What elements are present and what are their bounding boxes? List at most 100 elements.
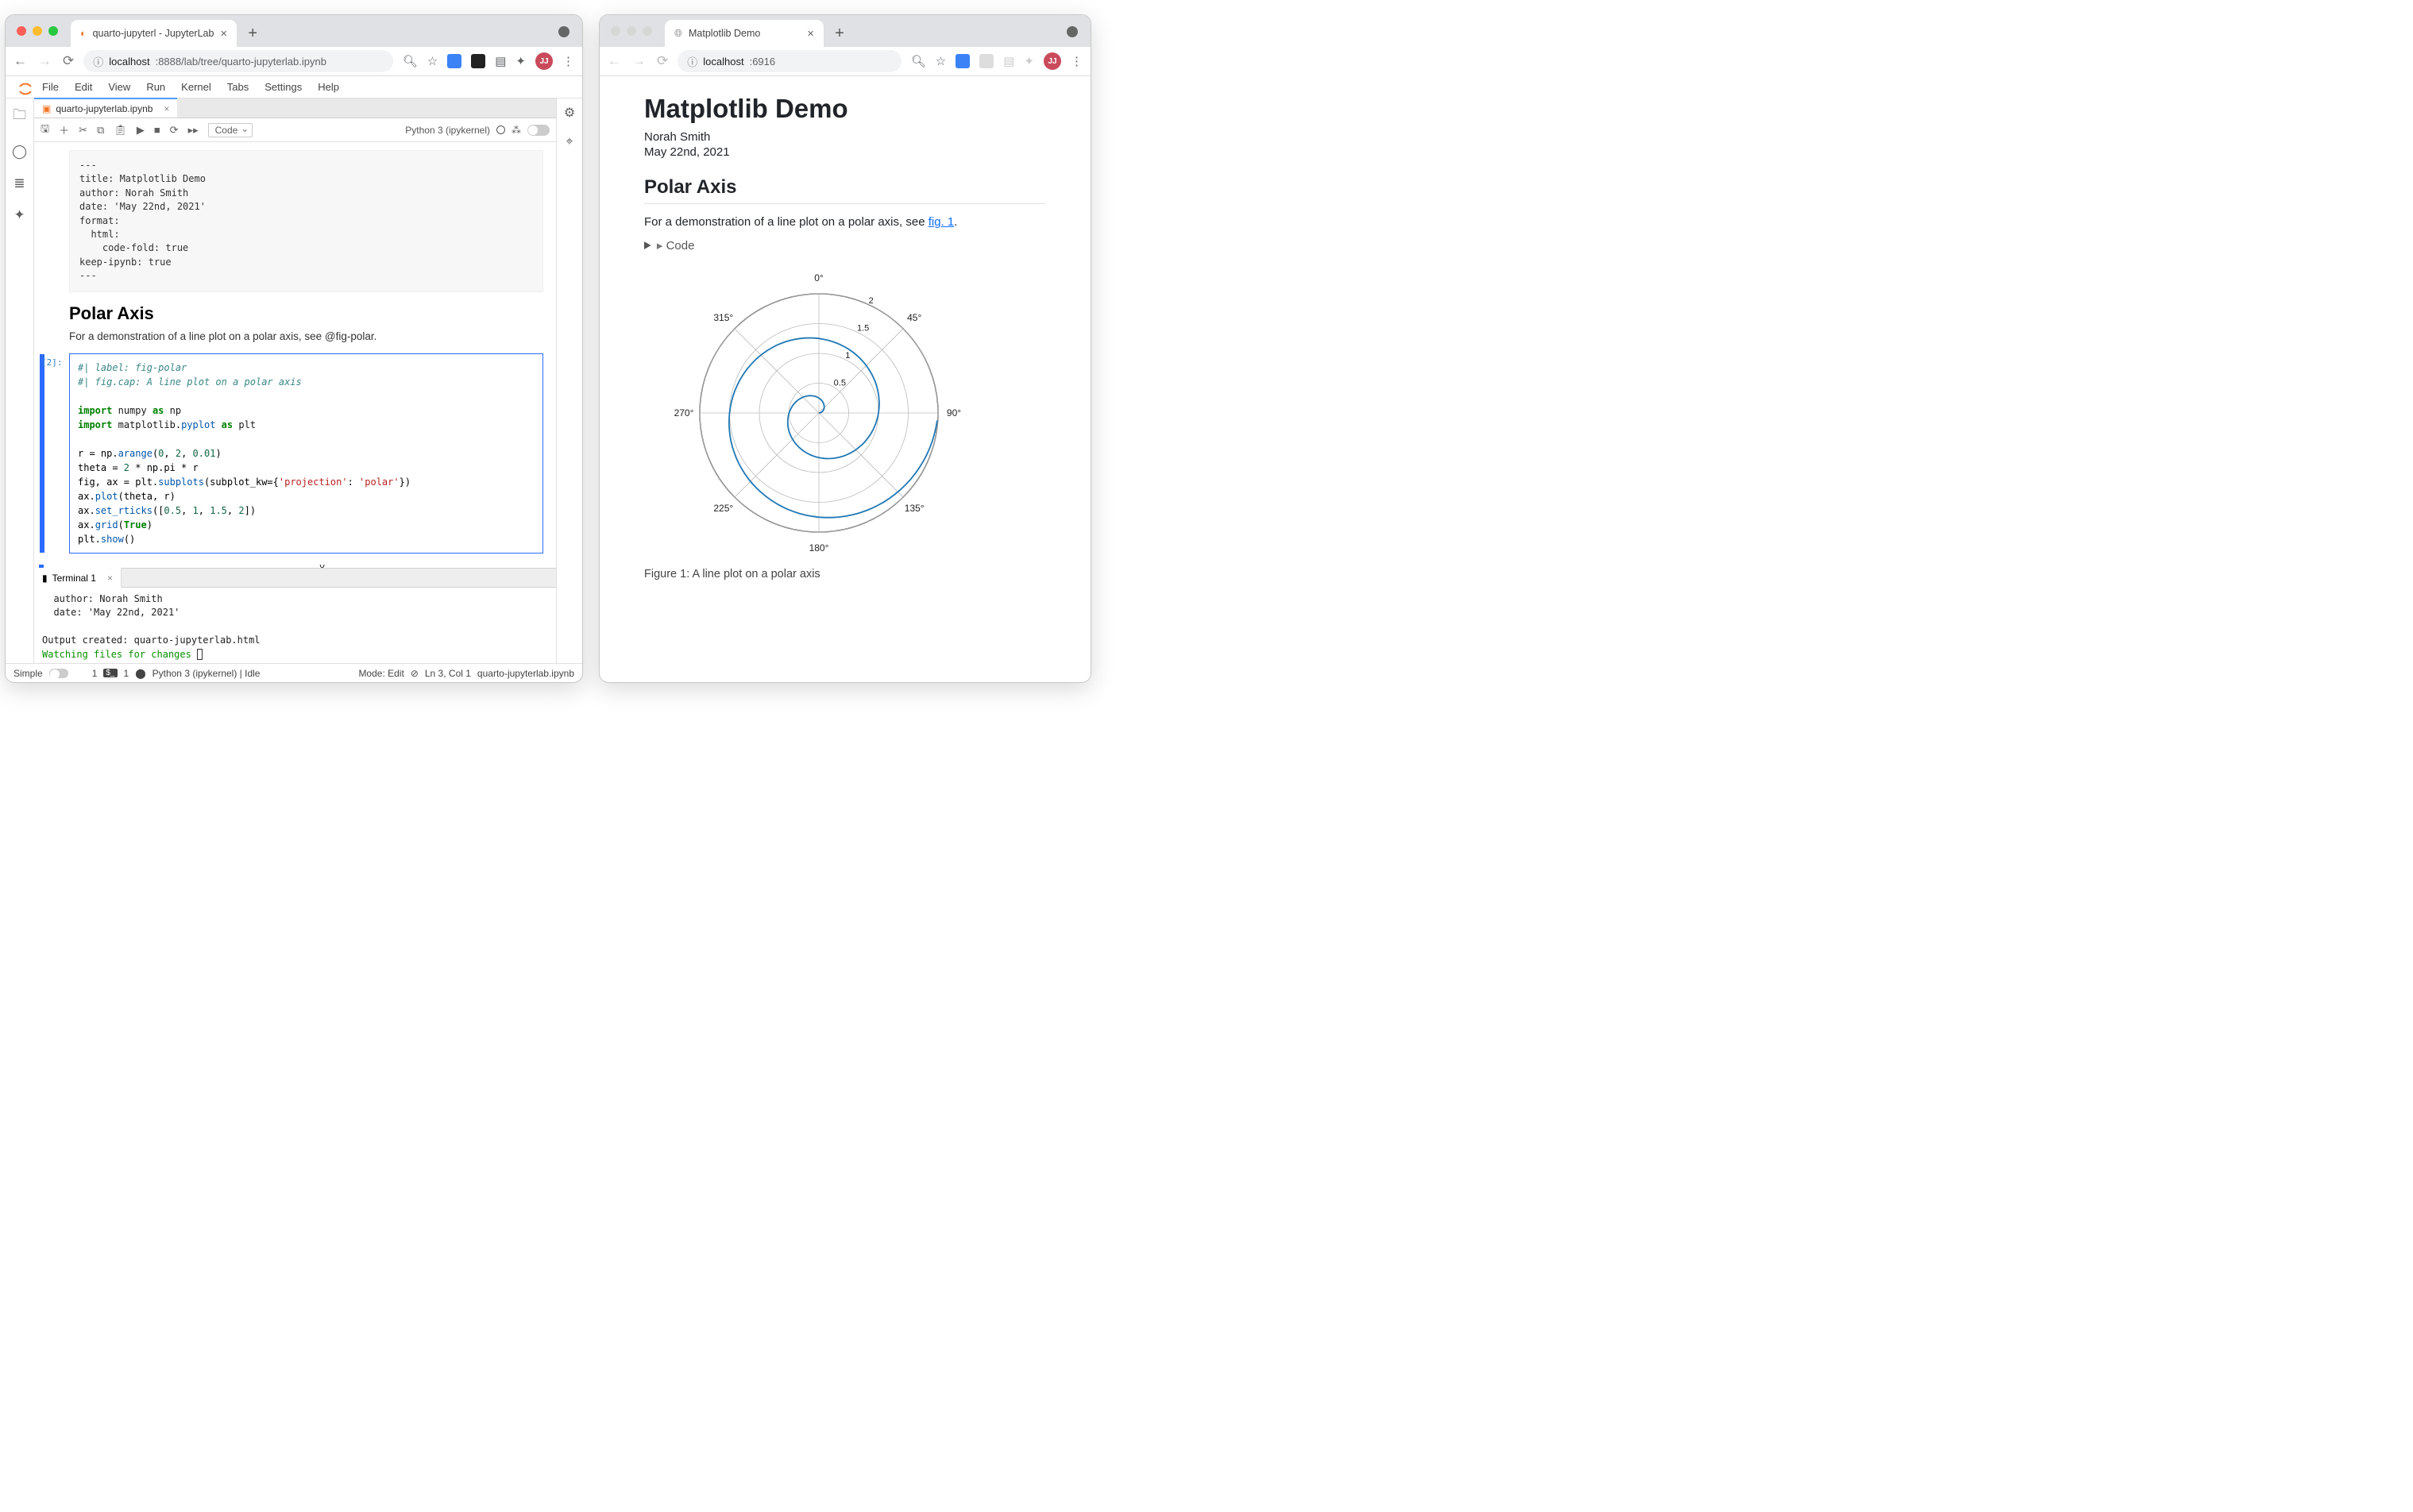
zoom-ext-icon[interactable] xyxy=(956,54,970,68)
notebook-document[interactable]: --- title: Matplotlib Demo author: Norah… xyxy=(34,142,556,568)
avatar[interactable]: JJ xyxy=(1044,52,1061,70)
notebook-toolbar: 🖫 ＋ ✂ ⧉ 📋︎ ▶ ■ ⟳ ▸▸ Code Python 3 (ipyke… xyxy=(34,118,556,142)
running-icon[interactable]: ◯ xyxy=(12,144,27,160)
file-tab-close-icon[interactable]: × xyxy=(164,103,169,114)
back-icon[interactable]: ← xyxy=(608,53,621,69)
puzzle-icon[interactable]: ✦ xyxy=(1024,54,1034,68)
code-cell-content[interactable]: #| label: fig-polar #| fig.cap: A line p… xyxy=(70,354,542,553)
fwd-icon[interactable]: → xyxy=(38,53,52,69)
kernel-name[interactable]: Python 3 (ipykernel) xyxy=(405,125,490,136)
stop-icon[interactable]: ■ xyxy=(154,124,160,136)
menu-view[interactable]: View xyxy=(102,79,137,94)
extensions-icon[interactable]: ✦ xyxy=(14,207,25,223)
menu-tabs[interactable]: Tabs xyxy=(221,79,255,94)
close-dot[interactable] xyxy=(611,26,620,36)
min-dot[interactable] xyxy=(627,26,636,36)
new-tab-button[interactable]: + xyxy=(241,22,264,44)
cut-icon[interactable]: ✂ xyxy=(79,124,87,137)
bug-icon[interactable]: ⁂ xyxy=(512,125,521,136)
url-bar: ← → ⟳ ⓘ localhost:8888/lab/tree/quarto-j… xyxy=(6,47,582,76)
search-icon[interactable]: 🔍︎ xyxy=(911,54,926,68)
traffic-lights[interactable] xyxy=(17,26,58,36)
menu-file[interactable]: File xyxy=(36,79,65,94)
reader-icon[interactable]: ▤ xyxy=(495,54,506,68)
author: Norah Smith xyxy=(644,130,1046,144)
fwd-icon[interactable]: → xyxy=(632,53,646,69)
cell-type-select[interactable]: Code xyxy=(208,123,253,137)
ext-icon[interactable] xyxy=(471,54,485,68)
add-cell-icon[interactable]: ＋ xyxy=(59,122,69,137)
menu-settings[interactable]: Settings xyxy=(258,79,308,94)
simple-toggle[interactable] xyxy=(49,669,68,678)
terminal-output: author: Norah Smith date: 'May 22nd, 202… xyxy=(42,593,261,646)
search-icon[interactable]: 🔍︎ xyxy=(403,54,418,68)
debugger-toggle[interactable] xyxy=(527,125,550,136)
star-icon[interactable]: ☆ xyxy=(936,54,946,68)
property-icon[interactable]: ⚙︎ xyxy=(564,105,575,121)
run-all-icon[interactable]: ▸▸ xyxy=(188,124,199,137)
code-cell[interactable]: [2]: #| label: fig-polar #| fig.cap: A l… xyxy=(69,353,543,554)
url-bar: ← → ⟳ ⓘ localhost:6916 🔍︎ ☆ ▤ ✦ JJ ⋮ xyxy=(600,47,1091,76)
min-dot[interactable] xyxy=(33,26,42,36)
run-icon[interactable]: ▶ xyxy=(137,124,145,137)
terminal[interactable]: author: Norah Smith date: 'May 22nd, 202… xyxy=(34,588,556,663)
toc-icon[interactable]: ≣ xyxy=(14,176,25,191)
tab-close-icon[interactable]: × xyxy=(807,27,814,40)
reader-icon[interactable]: ▤ xyxy=(1003,54,1014,68)
fig-ref-link[interactable]: fig. 1 xyxy=(929,215,955,229)
traffic-lights[interactable] xyxy=(611,26,652,36)
kernel-status-icon xyxy=(496,125,505,134)
window-menu-icon[interactable] xyxy=(1067,26,1078,37)
terminal-tabrow: ▮ Terminal 1 × xyxy=(34,568,556,588)
svg-text:2: 2 xyxy=(869,296,874,306)
menu-help[interactable]: Help xyxy=(311,79,346,94)
terminal-tab[interactable]: ▮ Terminal 1 × xyxy=(34,568,122,588)
ext-icon[interactable] xyxy=(979,54,994,68)
raw-cell[interactable]: --- title: Matplotlib Demo author: Norah… xyxy=(69,150,543,292)
star-icon[interactable]: ☆ xyxy=(427,54,438,68)
browser-tab[interactable]: ◐ quarto-jupyterl - JupyterLab × xyxy=(71,20,237,47)
kebab-icon[interactable]: ⋮ xyxy=(1071,54,1083,68)
save-icon[interactable]: 🖫 xyxy=(41,122,49,139)
file-tab[interactable]: ▣ quarto-jupyterlab.ipynb × xyxy=(34,98,177,118)
avatar[interactable]: JJ xyxy=(535,52,553,70)
new-tab-button[interactable]: + xyxy=(828,22,851,44)
puzzle-icon[interactable]: ✦ xyxy=(515,54,526,68)
debug-icon[interactable]: ⌖ xyxy=(566,135,573,149)
window-menu-icon[interactable] xyxy=(558,26,569,37)
output-collapser[interactable] xyxy=(39,565,44,568)
status-kernel: Python 3 (ipykernel) | Idle xyxy=(153,668,261,679)
para-text: For a demonstration of a line plot on a … xyxy=(644,215,929,229)
code-fold-label: Code xyxy=(666,239,695,253)
address-input[interactable]: ⓘ localhost:6916 xyxy=(678,50,901,72)
restart-icon[interactable]: ⟳ xyxy=(170,124,179,137)
markdown-cell[interactable]: Polar Axis For a demonstration of a line… xyxy=(69,303,543,342)
tab-close-icon[interactable]: × xyxy=(220,27,227,40)
menu-run[interactable]: Run xyxy=(140,79,172,94)
close-dot[interactable] xyxy=(17,26,26,36)
browser-tab[interactable]: 🌐︎ Matplotlib Demo × xyxy=(665,20,824,47)
code-fold[interactable]: ▸ Code xyxy=(644,238,1046,259)
rendered-page[interactable]: Matplotlib Demo Norah Smith May 22nd, 20… xyxy=(600,76,1091,682)
max-dot[interactable] xyxy=(643,26,652,36)
notif-icon[interactable]: ⊘ xyxy=(411,668,419,679)
menu-edit[interactable]: Edit xyxy=(68,79,98,94)
status-file: quarto-jupyterlab.ipynb xyxy=(477,668,574,679)
address-input[interactable]: ⓘ localhost:8888/lab/tree/quarto-jupyter… xyxy=(83,50,392,72)
preview-window: 🌐︎ Matplotlib Demo × + ← → ⟳ ⓘ localhost… xyxy=(599,14,1091,683)
paste-icon[interactable]: 📋︎ xyxy=(114,124,127,137)
folder-icon[interactable]: 🗀 xyxy=(13,105,26,128)
copy-icon[interactable]: ⧉ xyxy=(97,124,104,137)
code-fold-summary[interactable]: ▸ Code xyxy=(644,238,1046,253)
back-icon[interactable]: ← xyxy=(14,53,27,69)
max-dot[interactable] xyxy=(48,26,58,36)
reload-icon[interactable]: ⟳ xyxy=(657,53,668,69)
site-info-icon[interactable]: ⓘ xyxy=(93,54,103,69)
reload-icon[interactable]: ⟳ xyxy=(63,53,74,69)
zoom-ext-icon[interactable] xyxy=(447,54,461,68)
svg-text:1: 1 xyxy=(845,351,850,361)
site-info-icon[interactable]: ⓘ xyxy=(687,54,697,69)
terminal-close-icon[interactable]: × xyxy=(107,573,113,584)
menu-kernel[interactable]: Kernel xyxy=(175,79,218,94)
kebab-icon[interactable]: ⋮ xyxy=(562,54,574,68)
